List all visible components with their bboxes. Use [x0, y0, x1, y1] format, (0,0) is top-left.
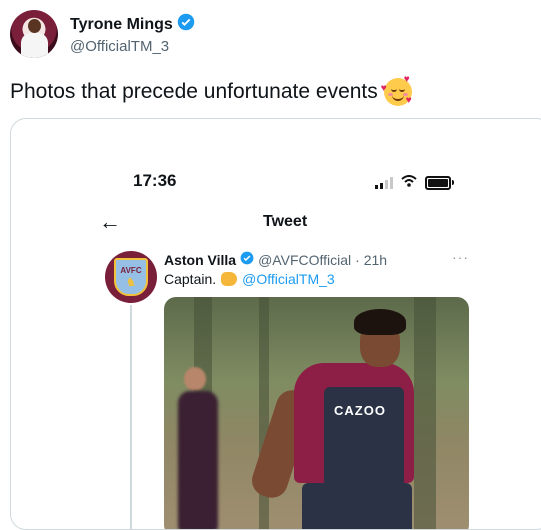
tweet-text: Photos that precede unfortunate events ♥…: [10, 74, 412, 106]
thread-line: [130, 305, 132, 529]
background-tree: [414, 297, 436, 529]
verified-badge-icon: [177, 13, 195, 36]
author-name-row: Tyrone Mings: [70, 13, 195, 36]
author-handle[interactable]: @OfficialTM_3: [70, 38, 195, 55]
smiling-face-with-hearts-icon: ♥ ♥ ♥: [380, 74, 412, 106]
avatar-shirt: [21, 33, 48, 58]
quoted-author-handle[interactable]: @AVFCOfficial: [258, 252, 351, 268]
crest-text: AVFC: [120, 265, 142, 275]
verified-badge-icon: [240, 251, 254, 268]
player-shirt-front: [324, 387, 404, 487]
villa-crest-icon: AVFC ♞: [114, 258, 148, 296]
quoted-author-name[interactable]: Aston Villa: [164, 252, 236, 268]
quoted-text-content: Captain.: [164, 271, 217, 287]
battery-icon: [425, 176, 454, 190]
wifi-icon: [401, 174, 417, 192]
author-avatar[interactable]: [10, 10, 58, 58]
status-icons: [375, 174, 454, 192]
tweet-header: Tyrone Mings @OfficialTM_3: [10, 10, 195, 58]
quoted-time: · 21h: [355, 251, 388, 268]
signal-icon: [375, 177, 393, 189]
more-options-icon[interactable]: ···: [452, 249, 469, 265]
status-time: 17:36: [133, 171, 177, 190]
aston-villa-avatar[interactable]: AVFC ♞: [105, 251, 157, 303]
background-player: [178, 367, 218, 529]
shirt-sponsor: CAZOO: [334, 403, 386, 418]
screen-title: Tweet: [263, 213, 308, 230]
player-shorts: [302, 483, 412, 529]
quoted-tweet-text: Captain. @OfficialTM_3: [164, 271, 335, 287]
back-arrow-icon[interactable]: ←: [99, 209, 121, 235]
tweet-text-content: Photos that precede unfortunate events: [10, 80, 378, 103]
quoted-tweet-header: Aston Villa @AVFCOfficial · 21h: [164, 251, 387, 268]
mention-link[interactable]: @OfficialTM_3: [242, 271, 335, 287]
quoted-photo[interactable]: CAZOO: [164, 297, 469, 529]
author-name[interactable]: Tyrone Mings: [70, 16, 173, 34]
attached-screenshot[interactable]: 17:36 ← Tweet AVFC ♞ Aston Villa @AVFCOf…: [10, 118, 541, 530]
player-hair: [354, 309, 406, 335]
fist-bump-icon: [221, 272, 238, 286]
author-info: Tyrone Mings @OfficialTM_3: [70, 13, 195, 55]
avatar-head: [28, 19, 41, 33]
